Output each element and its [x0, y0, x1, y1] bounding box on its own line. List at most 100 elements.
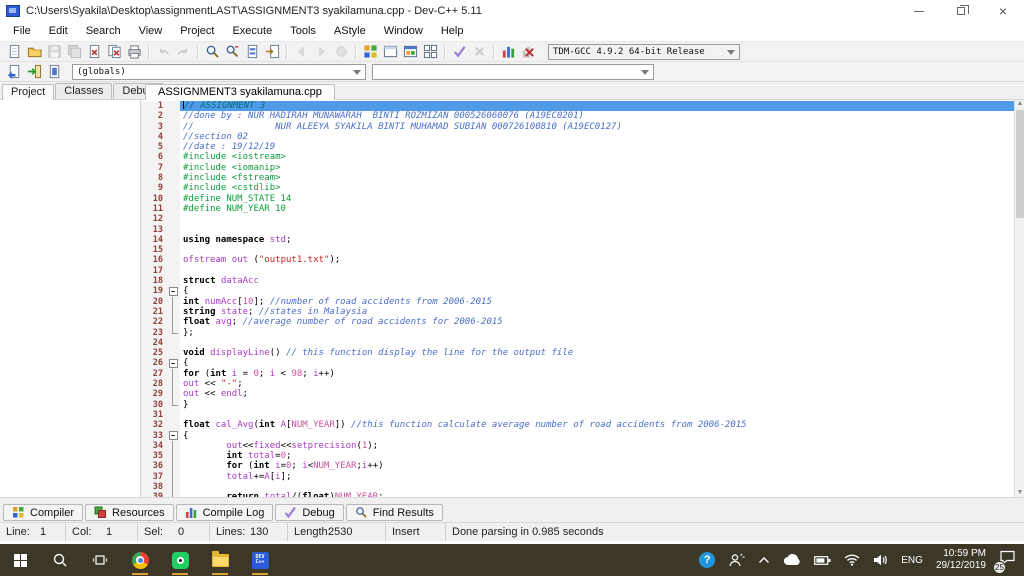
forward-button[interactable]	[311, 43, 331, 61]
line-number: 14	[141, 235, 167, 245]
close-file-icon	[87, 44, 102, 59]
open-file-button[interactable]	[24, 43, 44, 61]
toggle-bookmark-button[interactable]	[24, 63, 44, 81]
save-button[interactable]	[44, 43, 64, 61]
report-tab-compiler[interactable]: Compiler	[3, 504, 83, 521]
line-number: 11	[141, 204, 167, 214]
abort-button[interactable]	[469, 43, 489, 61]
wifi-icon[interactable]	[844, 554, 860, 566]
toolbar-separator	[197, 45, 198, 59]
members-dropdown[interactable]	[372, 64, 654, 80]
taskbar-chrome-button[interactable]	[120, 544, 160, 576]
battery-icon[interactable]	[814, 555, 831, 566]
menu-file[interactable]: File	[4, 22, 40, 41]
media-app-icon	[172, 552, 189, 569]
report-tab-find-results[interactable]: Find Results	[346, 504, 443, 521]
fold-toggle-icon[interactable]	[167, 286, 180, 296]
report-tab-compile-log[interactable]: Compile Log	[176, 504, 274, 521]
report-tab-debug[interactable]: Debug	[275, 504, 343, 521]
goto-line-button[interactable]	[242, 43, 262, 61]
action-center-button[interactable]: 25	[999, 550, 1016, 570]
code-text: total+=A[i];	[180, 472, 1014, 482]
search-icon	[52, 552, 68, 568]
code-text	[180, 482, 1014, 492]
line-number: 16	[141, 255, 167, 265]
find-button[interactable]	[202, 43, 222, 61]
menu-search[interactable]: Search	[77, 22, 130, 41]
incremental-search-button[interactable]	[262, 43, 282, 61]
print-button[interactable]	[124, 43, 144, 61]
panel-tab-classes[interactable]: Classes	[55, 83, 112, 99]
editor-tab[interactable]: ASSIGNMENT3 syakilamuna.cpp	[145, 84, 335, 100]
minimize-button[interactable]	[898, 0, 940, 22]
scroll-down-icon[interactable]: ▼	[1016, 489, 1024, 497]
code-text	[180, 338, 1014, 348]
fold-margin	[167, 482, 180, 492]
delete-profiling-button[interactable]	[518, 43, 538, 61]
people-icon[interactable]	[728, 553, 745, 567]
syntax-check-button[interactable]	[449, 43, 469, 61]
fold-toggle-icon[interactable]	[167, 431, 180, 441]
close-all-button[interactable]	[104, 43, 124, 61]
goto-declaration-button[interactable]	[331, 43, 351, 61]
new-file-button[interactable]	[4, 43, 24, 61]
menu-window[interactable]: Window	[375, 22, 432, 41]
code-text: out << "-";	[180, 379, 1014, 389]
code-editor[interactable]: 1// ASSIGNMENT 32//done by : NUR HADIRAH…	[141, 100, 1024, 497]
save-all-button[interactable]	[64, 43, 84, 61]
profile-button[interactable]	[498, 43, 518, 61]
help-icon[interactable]: ?	[699, 552, 715, 568]
compile-button[interactable]	[360, 43, 380, 61]
goto-bookmark-button[interactable]	[44, 63, 64, 81]
task-view-icon	[92, 552, 108, 568]
onedrive-cloud-icon[interactable]	[783, 554, 801, 566]
taskbar-file-explorer-button[interactable]	[200, 544, 240, 576]
start-button[interactable]	[0, 544, 40, 576]
close-button[interactable]: ×	[982, 0, 1024, 22]
menu-tools[interactable]: Tools	[281, 22, 325, 41]
code-line: 38	[141, 482, 1014, 492]
code-line: 29out << endl;	[141, 389, 1014, 399]
menu-view[interactable]: View	[130, 22, 172, 41]
scroll-up-icon[interactable]: ▲	[1016, 100, 1024, 108]
menu-edit[interactable]: Edit	[40, 22, 77, 41]
code-text: }	[180, 400, 1014, 410]
report-tab-label: Resources	[112, 507, 165, 519]
menu-project[interactable]: Project	[171, 22, 223, 41]
line-number: 34	[141, 441, 167, 451]
back-button[interactable]	[291, 43, 311, 61]
code-text: #include <fstream>	[180, 173, 1014, 183]
compiler-profile-dropdown[interactable]: TDM-GCC 4.9.2 64-bit Release	[548, 44, 740, 60]
language-indicator[interactable]: ENG	[901, 555, 923, 566]
code-line: 30}	[141, 400, 1014, 410]
menu-astyle[interactable]: AStyle	[325, 22, 375, 41]
speaker-icon[interactable]	[873, 554, 888, 566]
code-lines: 1// ASSIGNMENT 32//done by : NUR HADIRAH…	[141, 101, 1014, 497]
globals-dropdown[interactable]: (globals)	[72, 64, 366, 80]
fold-toggle-icon[interactable]	[167, 358, 180, 368]
delete-profiling-icon	[521, 44, 536, 59]
replace-button[interactable]	[222, 43, 242, 61]
compile-run-button[interactable]	[400, 43, 420, 61]
task-view-button[interactable]	[80, 544, 120, 576]
taskbar-media-app-button[interactable]	[160, 544, 200, 576]
chevron-up-icon[interactable]	[758, 556, 770, 564]
run-button[interactable]	[380, 43, 400, 61]
redo-button[interactable]	[173, 43, 193, 61]
undo-button[interactable]	[153, 43, 173, 61]
restore-button[interactable]	[940, 0, 982, 22]
project-panel[interactable]	[0, 100, 141, 497]
scrollbar-thumb[interactable]	[1016, 110, 1024, 218]
close-file-button[interactable]	[84, 43, 104, 61]
rebuild-all-button[interactable]	[420, 43, 440, 61]
menu-execute[interactable]: Execute	[223, 22, 281, 41]
report-tab-resources[interactable]: Resources	[85, 504, 174, 521]
menu-help[interactable]: Help	[432, 22, 473, 41]
editor-vertical-scrollbar[interactable]: ▲ ▼	[1014, 100, 1024, 497]
taskbar-clock[interactable]: 10:59 PM 29/12/2019	[936, 548, 986, 572]
panel-tab-project[interactable]: Project	[2, 84, 54, 100]
taskbar-devcpp-button[interactable]: DEVC++	[240, 544, 280, 576]
taskbar-search-button[interactable]	[40, 544, 80, 576]
insert-button[interactable]	[4, 63, 24, 81]
fold-margin	[167, 163, 180, 173]
